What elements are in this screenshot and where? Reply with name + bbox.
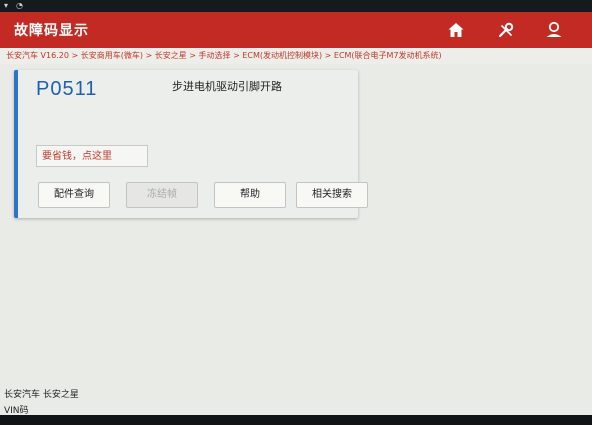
- system-nav-bar: [0, 415, 592, 425]
- home-button[interactable]: [444, 18, 468, 42]
- tools-button[interactable]: [494, 18, 518, 42]
- vehicle-info: 长安汽车 长安之星 VIN码: [0, 383, 592, 416]
- dtc-card: P0511 步进电机驱动引脚开路 要省钱，点这里 配件查询 冻结帧 帮助 相关搜…: [14, 70, 368, 218]
- status-bar: ▾ ◔: [0, 0, 592, 12]
- dtc-description: 步进电机驱动引脚开路: [172, 80, 282, 93]
- page-title: 故障码显示: [14, 23, 89, 39]
- help-button[interactable]: 帮助: [214, 182, 286, 208]
- signal-icon: ▾: [4, 1, 9, 10]
- save-money-button[interactable]: 要省钱，点这里: [36, 145, 148, 167]
- vehicle-model: 长安汽车 长安之星: [4, 390, 79, 400]
- related-search-button[interactable]: 相关搜索: [296, 182, 368, 208]
- tools-icon: [498, 22, 514, 38]
- breadcrumb: 长安汽车 V16.20 > 长安商用车(微车) > 长安之星 > 手动选择 > …: [0, 48, 592, 64]
- wifi-icon: ◔: [16, 1, 23, 10]
- user-icon: [546, 21, 562, 37]
- user-button[interactable]: [542, 18, 566, 42]
- freeze-frame-button[interactable]: 冻结帧: [126, 182, 198, 208]
- dtc-code: P0511: [36, 78, 98, 100]
- parts-search-button[interactable]: 配件查询: [38, 182, 110, 208]
- title-bar: 故障码显示: [0, 12, 592, 48]
- home-icon: [448, 23, 464, 37]
